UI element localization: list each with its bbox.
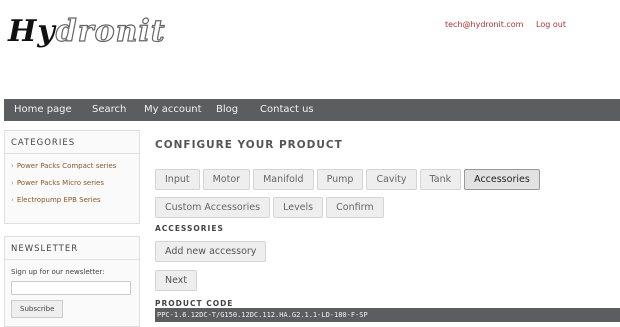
chevron-right-icon: › (11, 196, 14, 204)
tab-custom-accessories[interactable]: Custom Accessories (155, 197, 271, 218)
category-label: Power Packs Micro series (16, 179, 104, 187)
tab-cavity[interactable]: Cavity (366, 169, 417, 190)
user-links: tech@hydronit.com Log out (445, 20, 576, 29)
category-link[interactable]: › Electropump EPB Series (11, 196, 133, 204)
tab-accessories[interactable]: Accessories (464, 169, 540, 190)
nav-contact[interactable]: Contact us (260, 104, 314, 115)
newsletter-body: Sign up for our newsletter: Subscribe (5, 260, 139, 326)
subscribe-button[interactable]: Subscribe (11, 300, 64, 318)
tab-levels[interactable]: Levels (273, 197, 324, 218)
newsletter-text: Sign up for our newsletter: (11, 268, 105, 276)
page-title: CONFIGURE YOUR PRODUCT (155, 139, 343, 151)
product-code-label: PRODUCT CODE (155, 299, 234, 308)
tab-confirm[interactable]: Confirm (326, 197, 384, 218)
category-label: Power Packs Compact series (16, 162, 117, 170)
tab-motor[interactable]: Motor (202, 169, 251, 190)
accessories-label: ACCESSORIES (155, 224, 224, 233)
category-label: Electropump EPB Series (16, 196, 101, 204)
hydronit-logo[interactable]: Hydronit (8, 13, 166, 49)
tab-manifold[interactable]: Manifold (253, 169, 314, 190)
main-content: CONFIGURE YOUR PRODUCT Input Motor Manifol… (155, 139, 620, 308)
newsletter-title: NEWSLETTER (5, 237, 139, 260)
newsletter-box: NEWSLETTER Sign up for our newsletter: S… (4, 236, 140, 327)
next-button[interactable]: Next (155, 270, 198, 291)
category-link[interactable]: › Power Packs Compact series (11, 162, 133, 170)
add-accessory-button[interactable]: Add new accessory (155, 241, 267, 262)
nav-search[interactable]: Search (92, 104, 126, 115)
category-link[interactable]: › Power Packs Micro series (11, 179, 133, 187)
configurator-tabs: Input Motor Manifold Pump Cavity Tank Accessor… (155, 167, 585, 223)
sidebar: CATEGORIES › Power Packs Compact series ›… (4, 130, 140, 327)
categories-list: › Power Packs Compact series › Power Packs… (5, 154, 139, 223)
newsletter-email-input[interactable] (11, 281, 131, 295)
add-row: Add new accessory (155, 239, 620, 262)
categories-box: CATEGORIES › Power Packs Compact series ›… (4, 130, 140, 224)
next-row: Next (155, 268, 620, 291)
header: Hydronit tech@hydronit.com Log out (0, 0, 620, 96)
tab-pump[interactable]: Pump (316, 169, 364, 190)
main-navbar: Home page Search My account Blog Contact… (4, 99, 620, 121)
logo-part2: dronit (55, 13, 166, 49)
chevron-right-icon: › (11, 179, 14, 187)
tab-tank[interactable]: Tank (419, 169, 462, 190)
tab-input[interactable]: Input (155, 169, 200, 190)
logout-link[interactable]: Log out (536, 20, 566, 29)
logo-part1: Hy (8, 14, 56, 49)
chevron-right-icon: › (11, 162, 14, 170)
user-email-link[interactable]: tech@hydronit.com (445, 20, 523, 29)
nav-my-account[interactable]: My account (144, 104, 202, 115)
nav-home[interactable]: Home page (14, 104, 72, 115)
nav-blog[interactable]: Blog (216, 104, 238, 115)
categories-title: CATEGORIES (5, 131, 139, 154)
